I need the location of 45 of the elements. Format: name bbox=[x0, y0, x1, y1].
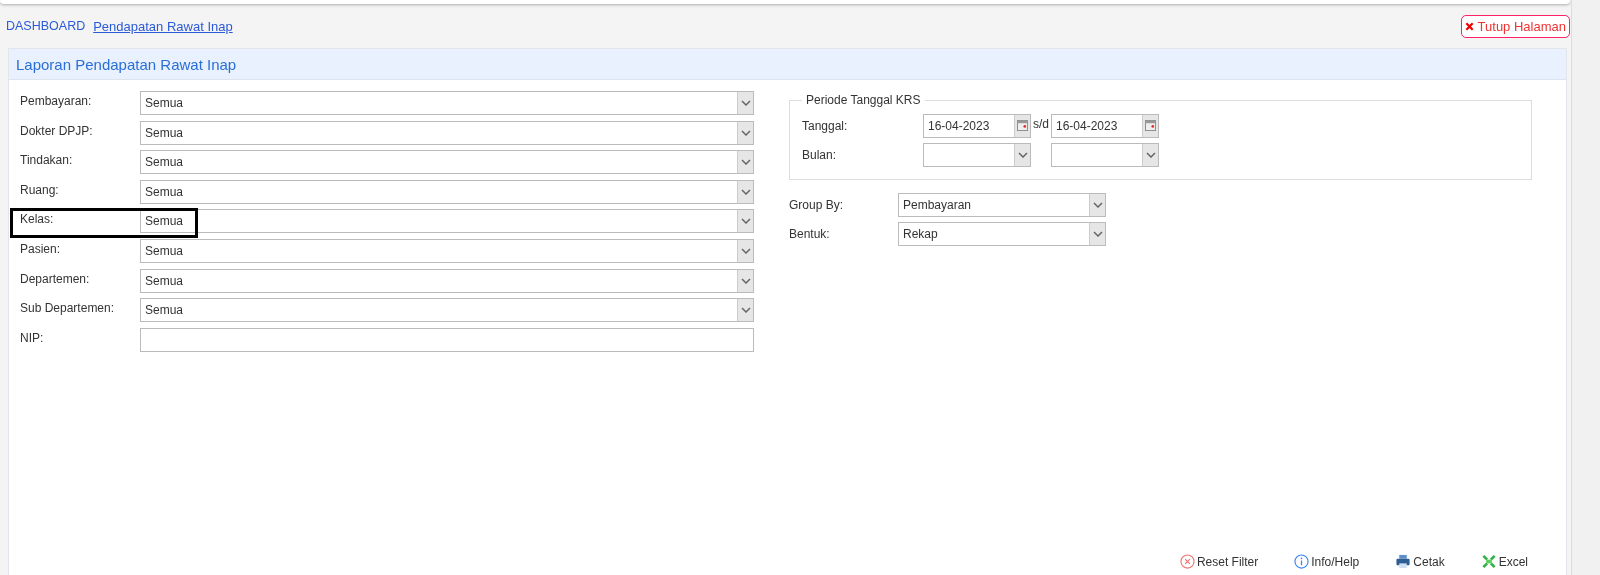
field-label: Pembayaran: bbox=[20, 93, 93, 108]
action-link[interactable]: Reset Filter bbox=[1179, 554, 1259, 569]
select-field[interactable]: Semua bbox=[140, 268, 754, 293]
field-label: Sub Departemen: bbox=[20, 300, 116, 316]
close-icon bbox=[1464, 21, 1474, 31]
panel-title: Laporan Pendapatan Rawat Inap bbox=[16, 55, 237, 73]
select-field[interactable] bbox=[1051, 142, 1159, 167]
info-icon bbox=[1294, 554, 1310, 569]
field-label: Group By: bbox=[789, 197, 845, 212]
select-field[interactable]: Semua bbox=[140, 150, 754, 175]
select-field[interactable]: Semua bbox=[140, 120, 754, 145]
select-field[interactable]: Rekap bbox=[898, 221, 1106, 246]
calendar-icon bbox=[1014, 114, 1030, 137]
fieldset-legend: Periode Tanggal KRS bbox=[802, 93, 925, 107]
action-link[interactable]: Excel bbox=[1480, 554, 1528, 569]
select-field[interactable]: Semua bbox=[140, 238, 754, 263]
field-label: Pasien: bbox=[20, 240, 62, 256]
printer-icon bbox=[1395, 554, 1412, 569]
select-field[interactable]: Semua bbox=[140, 179, 754, 204]
field-label: NIP: bbox=[20, 329, 45, 345]
date-field[interactable]: 16-04-2023 bbox=[923, 113, 1031, 138]
field-label: Ruang: bbox=[20, 181, 60, 197]
close-page-button[interactable]: Tutup Halaman bbox=[1460, 14, 1570, 38]
field-label: Dokter DPJP: bbox=[20, 122, 94, 138]
field-label: Departemen: bbox=[20, 270, 91, 286]
input-field[interactable] bbox=[140, 327, 754, 352]
separator-text: s/d bbox=[1032, 116, 1050, 131]
spreadsheet-icon bbox=[1480, 554, 1497, 569]
field-label: Bentuk: bbox=[789, 226, 831, 241]
date-field[interactable]: 16-04-2023 bbox=[1051, 113, 1159, 138]
select-field[interactable]: Semua bbox=[140, 298, 754, 323]
select-field[interactable]: Semua bbox=[140, 91, 754, 115]
cancel-icon bbox=[1179, 554, 1195, 569]
breadcrumb-link[interactable]: DASHBOARD bbox=[6, 19, 86, 33]
calendar-icon bbox=[1142, 114, 1158, 137]
field-label: Kelas: bbox=[20, 211, 55, 227]
field-label: Tanggal: bbox=[802, 118, 849, 133]
field-label: Bulan: bbox=[802, 147, 838, 162]
select-field[interactable] bbox=[923, 142, 1031, 167]
action-link[interactable]: Cetak bbox=[1395, 554, 1445, 569]
action-link[interactable]: Info/Help bbox=[1294, 554, 1360, 569]
select-field[interactable]: Pembayaran bbox=[898, 192, 1106, 217]
field-label: Tindakan: bbox=[20, 152, 74, 168]
breadcrumb-link[interactable]: Pendapatan Rawat Inap bbox=[93, 18, 233, 34]
select-field[interactable]: Semua bbox=[140, 209, 754, 234]
